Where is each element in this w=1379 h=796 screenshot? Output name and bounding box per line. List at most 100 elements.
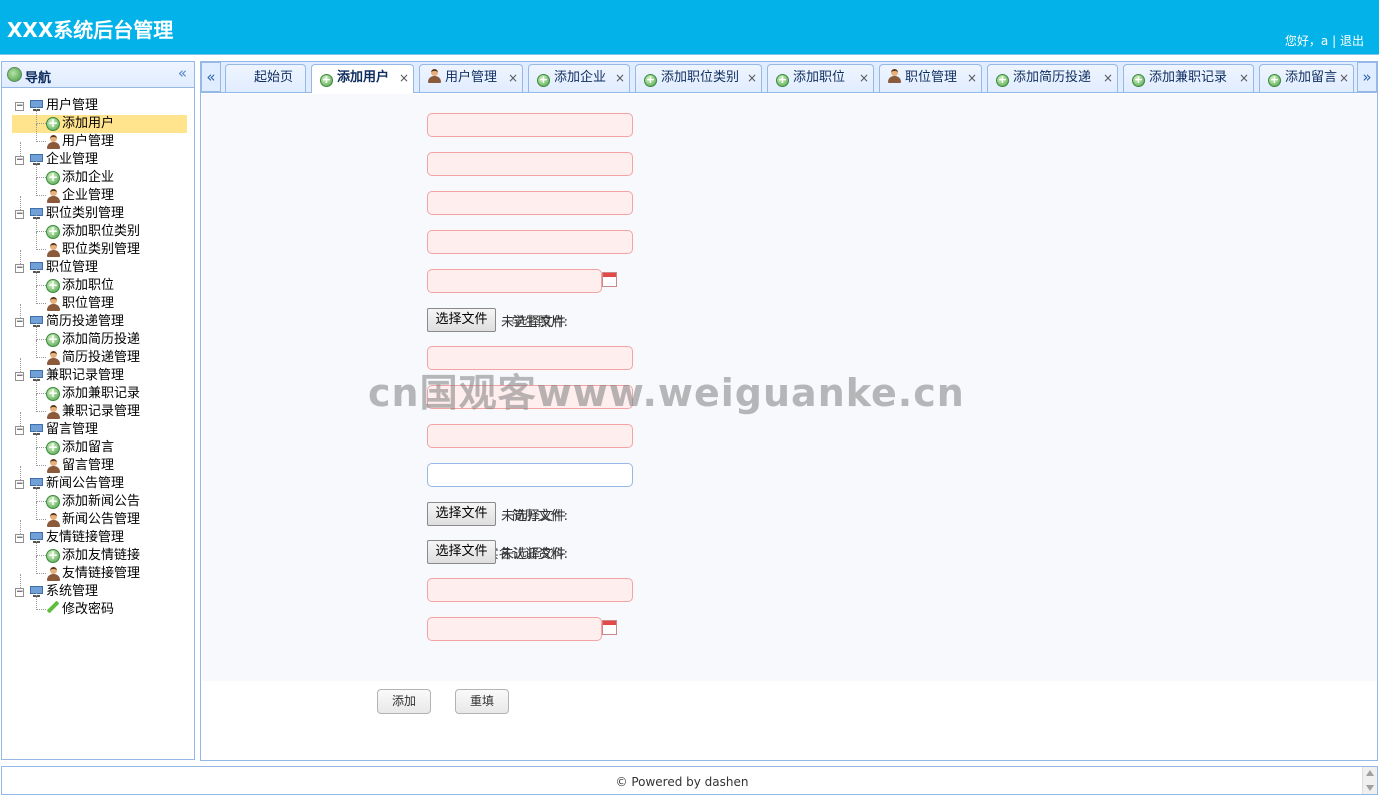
tab-1[interactable]: + 添加用户 ×	[311, 64, 414, 93]
tabs-scroll-right-button[interactable]: »	[1357, 62, 1377, 92]
tab-6[interactable]: 职位管理 ×	[879, 64, 982, 92]
tree-item[interactable]: 职位类别管理	[12, 232, 187, 259]
user-icon-head	[50, 567, 57, 574]
text-input[interactable]	[427, 578, 633, 602]
tree-item[interactable]: 新闻公告管理	[12, 502, 187, 529]
collapse-toggle-icon[interactable]: −	[15, 588, 24, 597]
tree-connector	[36, 286, 46, 304]
add-icon: +	[46, 224, 60, 239]
user-icon	[47, 243, 60, 257]
user-icon-body	[47, 412, 60, 419]
tab-5[interactable]: + 添加职位 ×	[767, 64, 874, 92]
form-row: 简历文件: 选择文件 未选择文件	[202, 502, 902, 526]
tree-item[interactable]: 留言管理	[12, 448, 187, 475]
tab-label: 添加企业	[554, 70, 607, 85]
tree-item[interactable]: 职位管理	[12, 286, 187, 313]
close-tab-icon[interactable]: ×	[747, 65, 757, 91]
user-icon-head	[50, 297, 57, 304]
text-input[interactable]	[427, 230, 633, 254]
close-tab-icon[interactable]: ×	[615, 65, 625, 91]
calendar-icon[interactable]	[602, 620, 617, 635]
tree-item-label: 添加新闻公告	[62, 494, 141, 509]
collapse-toggle-icon[interactable]: −	[15, 210, 24, 219]
date-input[interactable]	[427, 617, 602, 641]
tab-8[interactable]: + 添加兼职记录 ×	[1123, 64, 1254, 92]
text-input[interactable]	[427, 191, 633, 215]
tree-connector	[36, 448, 46, 466]
choose-file-button[interactable]: 选择文件	[427, 308, 496, 332]
choose-file-button[interactable]: 选择文件	[427, 502, 496, 526]
text-input[interactable]	[427, 113, 633, 137]
user-icon-body	[47, 520, 60, 527]
add-icon: +	[537, 73, 550, 87]
tabs-bar: « 起始页 + 添加用户 × 用户管理 × + 添加企业 × + 添加职位类别 × + 添加职位 × 职位管理…	[201, 62, 1377, 93]
tab-3[interactable]: + 添加企业 ×	[528, 64, 630, 92]
user-icon-body	[47, 196, 60, 203]
tree-item-label: 职位类别管理	[62, 242, 141, 257]
scroll-up-arrow-icon[interactable]	[1366, 770, 1374, 776]
collapse-toggle-icon[interactable]: −	[15, 156, 24, 165]
tree-item-label: 留言管理	[62, 458, 115, 473]
tree-item[interactable]: 企业管理	[12, 178, 187, 205]
tree-connector	[36, 106, 46, 124]
tree-item[interactable]: 简历投递管理	[12, 340, 187, 367]
submit-add-button[interactable]: 添加	[377, 689, 431, 714]
tree-item[interactable]: 友情链接管理	[12, 556, 187, 583]
tab-label: 添加兼职记录	[1149, 70, 1228, 85]
close-tab-icon[interactable]: ×	[1339, 65, 1349, 91]
user-icon-head	[50, 513, 57, 520]
tree-connector	[36, 430, 46, 448]
collapse-toggle-icon[interactable]: −	[15, 102, 24, 111]
text-input[interactable]	[427, 152, 633, 176]
choose-file-button[interactable]: 选择文件	[427, 540, 496, 564]
tabs-scroll-left-button[interactable]: «	[201, 62, 221, 92]
user-bar: 您好，a | 退出	[1285, 32, 1364, 49]
tree-connector	[36, 484, 46, 502]
close-tab-icon[interactable]: ×	[967, 65, 977, 91]
add-icon: +	[644, 73, 657, 87]
scroll-down-arrow-icon[interactable]	[1366, 785, 1374, 791]
tree-group-label: 系统管理	[46, 584, 99, 599]
close-tab-icon[interactable]: ×	[399, 65, 409, 91]
tree-item[interactable]: 兼职记录管理	[12, 394, 187, 421]
tab-label: 起始页	[254, 70, 294, 85]
user-icon-body	[47, 304, 60, 311]
collapse-toggle-icon[interactable]: −	[15, 480, 24, 489]
date-input[interactable]	[427, 269, 602, 293]
collapse-toggle-icon[interactable]: −	[15, 534, 24, 543]
collapse-toggle-icon[interactable]: −	[15, 264, 24, 273]
tab-7[interactable]: + 添加简历投递 ×	[987, 64, 1118, 92]
close-tab-icon[interactable]: ×	[859, 65, 869, 91]
tab-0[interactable]: 起始页	[225, 64, 306, 92]
tab-label: 添加简历投递	[1013, 70, 1092, 85]
collapse-toggle-icon[interactable]: −	[15, 426, 24, 435]
user-icon-head	[50, 351, 57, 358]
tree-item-label: 添加企业	[62, 170, 115, 185]
footer-text: © Powered by dashen	[615, 775, 749, 789]
navigation-tree: − 用户管理 + 添加用户 用户管理 − 企业管理 + 添加企业 企业管理 − 职位类别管理 + 添加职位…	[12, 97, 187, 619]
user-bar-separator: |	[1332, 34, 1337, 48]
add-icon: +	[1132, 73, 1145, 87]
form-row: 学生照片: 选择文件 未选择文件	[202, 308, 902, 332]
text-input[interactable]	[427, 424, 633, 448]
logout-link[interactable]: 退出	[1340, 34, 1364, 48]
tab-4[interactable]: + 添加职位类别 ×	[635, 64, 762, 92]
add-icon: +	[46, 332, 60, 347]
tab-2[interactable]: 用户管理 ×	[419, 64, 523, 92]
tree-connector	[36, 376, 46, 394]
close-tab-icon[interactable]: ×	[1239, 65, 1249, 91]
close-tab-icon[interactable]: ×	[1103, 65, 1113, 91]
collapse-sidebar-icon[interactable]: «	[178, 64, 187, 82]
form-row: 家庭地址:	[202, 463, 902, 487]
calendar-icon[interactable]	[602, 272, 617, 287]
tab-label: 职位管理	[905, 70, 958, 85]
tree-item[interactable]: 修改密码	[12, 592, 187, 619]
text-input[interactable]	[427, 463, 633, 487]
collapse-toggle-icon[interactable]: −	[15, 372, 24, 381]
close-tab-icon[interactable]: ×	[508, 65, 518, 91]
tab-9[interactable]: + 添加留言 ×	[1259, 64, 1354, 92]
footer-scrollbar[interactable]	[1362, 767, 1377, 794]
reset-button[interactable]: 重填	[455, 689, 509, 714]
collapse-toggle-icon[interactable]: −	[15, 318, 24, 327]
tree-item[interactable]: 用户管理	[12, 124, 187, 151]
